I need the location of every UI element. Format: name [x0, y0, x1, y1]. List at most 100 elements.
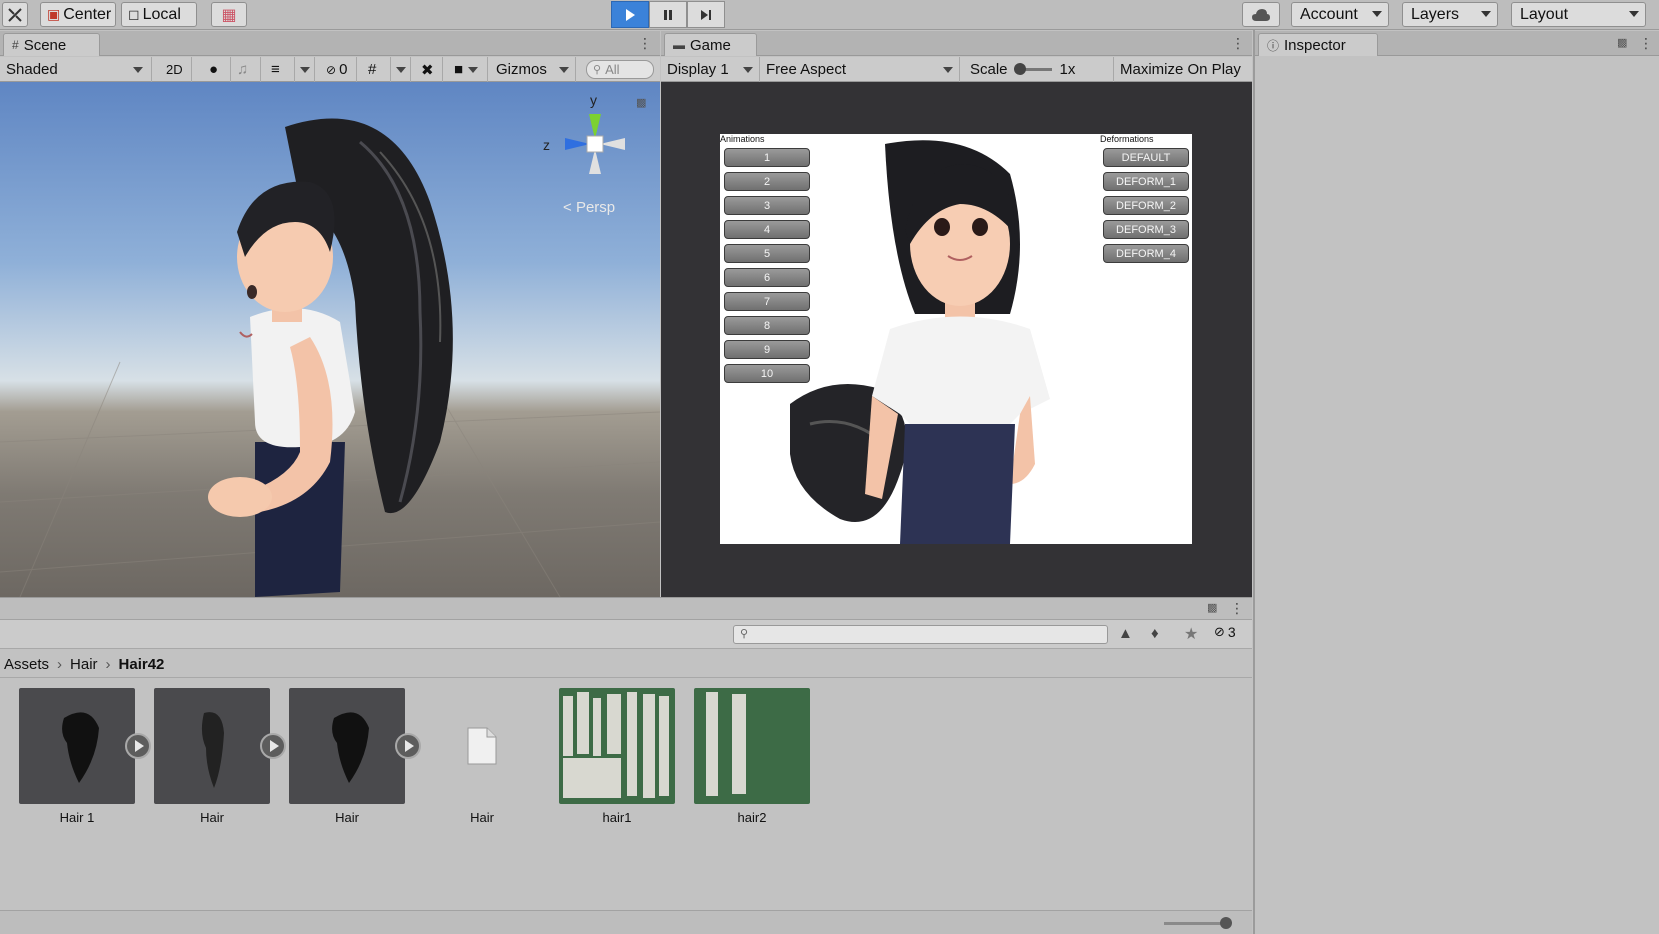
- asset-item-hair-a[interactable]: Hair: [154, 688, 272, 825]
- lightbulb-icon: ●: [209, 61, 219, 78]
- asset-item-hair-1[interactable]: Hair 1: [19, 688, 137, 825]
- project-search-input[interactable]: ⚲: [733, 625, 1108, 644]
- kebab-menu-icon[interactable]: ⋮: [1231, 35, 1245, 52]
- scale-slider-handle[interactable]: [1013, 63, 1026, 75]
- asset-thumbnail: [559, 688, 675, 804]
- animation-button-2[interactable]: 2: [724, 172, 810, 191]
- pivot-local-button[interactable]: ◻ Local: [121, 2, 197, 27]
- gizmos-label: Gizmos: [496, 61, 547, 78]
- scene-viewport[interactable]: y z ▩ < Persp: [0, 82, 660, 597]
- projection-toggle[interactable]: < Persp: [563, 199, 615, 216]
- chevron-down-icon: [468, 66, 479, 73]
- cloud-button[interactable]: [1242, 2, 1280, 27]
- filter-type-icon[interactable]: ▲: [1118, 625, 1133, 642]
- texture-icon: [706, 692, 746, 796]
- search-icon: ⚲: [593, 64, 602, 76]
- orientation-gizmo[interactable]: [545, 94, 645, 194]
- animation-button-7[interactable]: 7: [724, 292, 810, 311]
- asset-thumbnail: [424, 688, 540, 804]
- lock-icon[interactable]: ▩: [1617, 36, 1627, 49]
- layers-icon: ≡: [271, 61, 280, 78]
- asset-item-hair1-texture[interactable]: hair1: [559, 688, 677, 825]
- tag-icon[interactable]: ♦: [1151, 625, 1159, 642]
- step-button[interactable]: [687, 1, 725, 28]
- aspect-label: Free Aspect: [766, 61, 847, 78]
- grid-toggle[interactable]: #: [362, 57, 391, 82]
- star-icon[interactable]: ★: [1184, 624, 1198, 644]
- hidden-objects-toggle[interactable]: ⊘ 0: [320, 57, 357, 82]
- play-button[interactable]: [611, 1, 649, 28]
- animation-button-8[interactable]: 8: [724, 316, 810, 335]
- asset-item-hair-file[interactable]: Hair: [424, 688, 542, 825]
- grid-icon: #: [368, 61, 377, 78]
- breadcrumb-hair42[interactable]: Hair42: [119, 656, 165, 673]
- expand-arrow-icon[interactable]: [395, 733, 421, 759]
- animation-button-10[interactable]: 10: [724, 364, 810, 383]
- chevron-right-icon: ›: [105, 655, 111, 673]
- camera-dropdown[interactable]: ■: [448, 57, 488, 82]
- gizmos-dropdown[interactable]: Gizmos: [490, 57, 576, 82]
- lock-icon[interactable]: ▩: [1207, 601, 1217, 614]
- expand-arrow-icon[interactable]: [125, 733, 151, 759]
- pivot-local-label: Local: [142, 5, 181, 23]
- expand-arrow-icon[interactable]: [260, 733, 286, 759]
- breadcrumb-assets[interactable]: Assets: [4, 656, 49, 673]
- layers-dropdown[interactable]: Layers: [1402, 2, 1498, 27]
- pause-button[interactable]: [649, 1, 687, 28]
- deformation-button-deform-4[interactable]: DEFORM_4: [1103, 244, 1189, 263]
- deformation-button-deform-2[interactable]: DEFORM_2: [1103, 196, 1189, 215]
- lighting-toggle[interactable]: ●: [203, 57, 231, 82]
- inspector-panel: ⓘ Inspector ▩ ⋮: [1253, 30, 1659, 934]
- tab-scene[interactable]: # Scene: [3, 33, 100, 56]
- animation-button-4[interactable]: 4: [724, 220, 810, 239]
- game-canvas[interactable]: Animations Deformations 1 2 3 4 5 6 7 8 9 10 DEFA…: [720, 134, 1192, 544]
- account-dropdown[interactable]: Account: [1291, 2, 1389, 27]
- tools-toggle[interactable]: ✖: [415, 57, 443, 82]
- shading-mode-dropdown[interactable]: Shaded: [0, 57, 152, 82]
- thumbnail-size-handle[interactable]: [1220, 917, 1232, 929]
- lock-icon[interactable]: ▩: [636, 96, 646, 109]
- thumbnail-size-slider[interactable]: [1164, 917, 1232, 929]
- hair-model-icon: [62, 712, 99, 783]
- grid-dropdown[interactable]: [391, 57, 411, 82]
- main-toolbar: ▣ Center ◻ Local ▦ Account Layers Layout: [0, 0, 1659, 30]
- breadcrumb-hair[interactable]: Hair: [70, 656, 98, 673]
- deformation-button-default[interactable]: DEFAULT: [1103, 148, 1189, 167]
- maximize-on-play-toggle[interactable]: Maximize On Play: [1114, 57, 1252, 82]
- effects-toggle[interactable]: ≡: [265, 57, 295, 82]
- kebab-menu-icon[interactable]: ⋮: [1230, 600, 1244, 617]
- scale-slider[interactable]: [1013, 63, 1052, 75]
- display-dropdown[interactable]: Display 1: [661, 57, 760, 82]
- tools-icon[interactable]: [2, 2, 28, 27]
- asset-item-hair2-texture[interactable]: hair2: [694, 688, 812, 825]
- animation-button-3[interactable]: 3: [724, 196, 810, 215]
- pivot-center-button[interactable]: ▣ Center: [40, 2, 116, 27]
- layout-dropdown[interactable]: Layout: [1511, 2, 1646, 27]
- asset-label: Hair: [200, 810, 224, 825]
- animation-button-6[interactable]: 6: [724, 268, 810, 287]
- effects-dropdown[interactable]: [295, 57, 315, 82]
- animation-button-5[interactable]: 5: [724, 244, 810, 263]
- asset-label: Hair: [335, 810, 359, 825]
- scene-controlbar: Shaded 2D ● ♫ ≡ ⊘ 0 # ✖ ■ Gizmos ⚲ All: [0, 57, 660, 82]
- tab-game[interactable]: ▬ Game: [664, 33, 757, 56]
- asset-item-hair-b[interactable]: Hair: [289, 688, 407, 825]
- aspect-dropdown[interactable]: Free Aspect: [760, 57, 960, 82]
- scale-control[interactable]: Scale 1x: [964, 57, 1114, 82]
- tab-inspector[interactable]: ⓘ Inspector: [1258, 33, 1378, 56]
- asset-thumbnail: [289, 688, 405, 804]
- scale-label: Scale: [970, 61, 1008, 78]
- mode-2d-toggle[interactable]: 2D: [160, 57, 192, 82]
- search-icon: ⚲: [740, 628, 749, 640]
- audio-toggle[interactable]: ♫: [231, 57, 261, 82]
- animation-button-9[interactable]: 9: [724, 340, 810, 359]
- animation-button-1[interactable]: 1: [724, 148, 810, 167]
- gizmo-z-label: z: [543, 137, 550, 153]
- kebab-menu-icon[interactable]: ⋮: [638, 35, 652, 52]
- deformation-button-deform-3[interactable]: DEFORM_3: [1103, 220, 1189, 239]
- project-hidden-toggle[interactable]: ⊘ 3: [1214, 624, 1236, 640]
- deformation-button-deform-1[interactable]: DEFORM_1: [1103, 172, 1189, 191]
- grid-snap-button[interactable]: ▦: [211, 2, 247, 27]
- kebab-menu-icon[interactable]: ⋮: [1639, 35, 1653, 52]
- scene-search-input[interactable]: ⚲ All: [586, 60, 654, 79]
